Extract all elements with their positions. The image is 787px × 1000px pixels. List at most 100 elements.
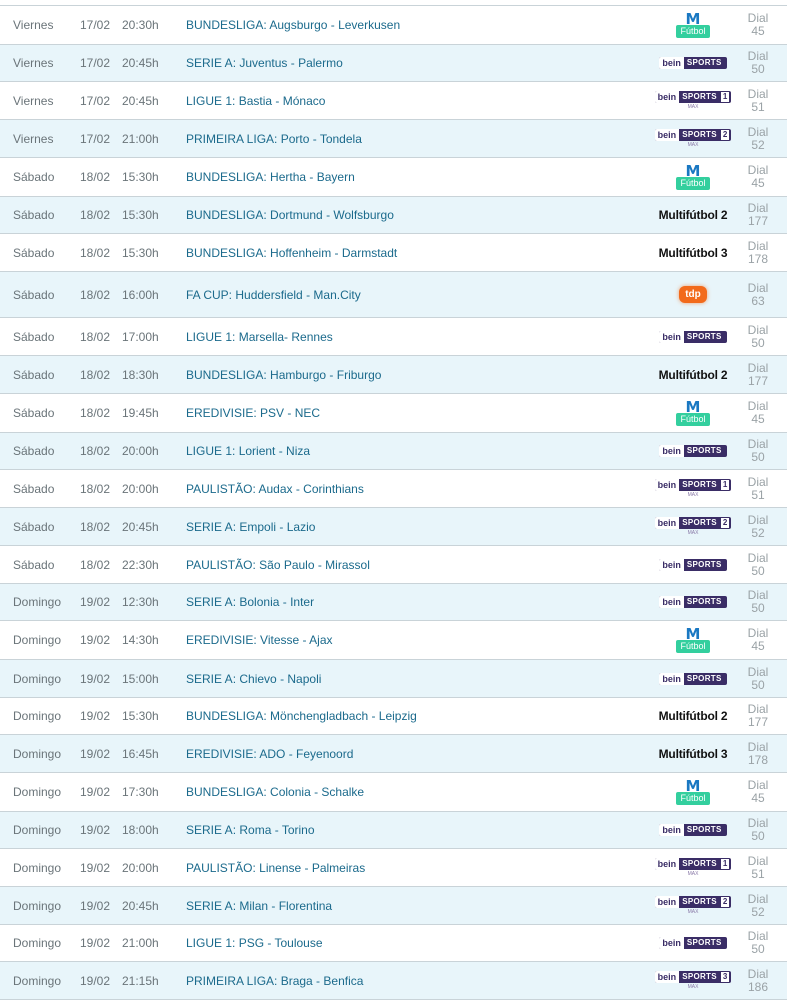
competition-name: BUNDESLIGA: xyxy=(186,18,267,32)
match-teams: Linense - Palmeiras xyxy=(259,860,366,875)
dial-number: Dial 178 xyxy=(744,239,772,266)
table-row[interactable]: Viernes 17/02 20:45h LIGUE 1: Bastia - Móna… xyxy=(0,81,787,119)
table-row[interactable]: Domingo 19/02 20:00h PAULISTÃO: Linense - P… xyxy=(0,848,787,886)
match-time: 16:00h xyxy=(122,287,159,302)
table-row[interactable]: Sábado 18/02 15:30h BUNDESLIGA: Dortmund - … xyxy=(0,196,787,233)
table-row[interactable]: Sábado 18/02 17:00h LIGUE 1: Marsella- Renn… xyxy=(0,317,787,355)
channel-logo: bein SPORTS xyxy=(655,661,731,697)
table-row[interactable]: Viernes 17/02 21:00h PRIMEIRA LIGA: Porto -… xyxy=(0,119,787,157)
table-row[interactable]: Viernes 17/02 20:30h BUNDESLIGA: Augsburgo … xyxy=(0,5,787,44)
match-date: 19/02 xyxy=(80,898,111,913)
channel-logo: bein SPORTS 2 MAX xyxy=(654,121,732,157)
match-title[interactable]: SERIE A: Milan - Florentina xyxy=(186,899,332,913)
table-row[interactable]: Sábado 18/02 20:45h SERIE A: Empoli - Lazio… xyxy=(0,507,787,545)
match-title[interactable]: SERIE A: Empoli - Lazio xyxy=(186,520,315,534)
match-time: 21:15h xyxy=(122,973,159,988)
dial-number: Dial 177 xyxy=(744,361,772,388)
competition-name: SERIE A: xyxy=(186,519,237,534)
match-title[interactable]: LIGUE 1: PSG - Toulouse xyxy=(186,936,323,950)
competition-name: PRIMEIRA LIGA: xyxy=(186,131,278,146)
match-title[interactable]: BUNDESLIGA: Mönchengladbach - Leipzig xyxy=(186,709,417,723)
table-row[interactable]: Domingo 19/02 21:15h PRIMEIRA LIGA: Braga -… xyxy=(0,961,787,1000)
table-row[interactable]: Domingo 19/02 15:00h SERIE A: Chievo - Napo… xyxy=(0,659,787,697)
match-title[interactable]: SERIE A: Juventus - Palermo xyxy=(186,56,343,70)
match-time: 20:45h xyxy=(122,56,159,70)
bein-sports-logo: bein SPORTS 3 MAX xyxy=(654,971,732,990)
match-title[interactable]: SERIE A: Chievo - Napoli xyxy=(186,672,321,686)
match-date: 18/02 xyxy=(80,367,111,382)
channel-logo: M Fútbol xyxy=(655,774,731,810)
table-row[interactable]: Domingo 19/02 15:30h BUNDESLIGA: Mönchengla… xyxy=(0,697,787,734)
bein-wordmark: bein xyxy=(659,672,684,685)
table-row[interactable]: Domingo 19/02 17:30h BUNDESLIGA: Colonia - … xyxy=(0,772,787,811)
table-row[interactable]: Domingo 19/02 20:45h SERIE A: Milan - Flore… xyxy=(0,886,787,924)
channel-logo: bein SPORTS xyxy=(655,45,731,81)
match-title[interactable]: PAULISTÃO: Linense - Palmeiras xyxy=(186,861,365,875)
table-row[interactable]: Sábado 18/02 15:30h BUNDESLIGA: Hoffenheim … xyxy=(0,233,787,271)
match-day: Sábado xyxy=(13,444,55,458)
bein-sports-logo: bein SPORTS xyxy=(659,824,727,836)
match-title[interactable]: EREDIVISIE: PSV - NEC xyxy=(186,406,320,420)
match-teams: Bastia - Mónaco xyxy=(238,93,326,108)
match-title[interactable]: LIGUE 1: Lorient - Niza xyxy=(186,444,310,458)
match-date: 18/02 xyxy=(80,170,111,184)
dial-value: 51 xyxy=(751,487,765,502)
channel-logo: bein SPORTS 1 MAX xyxy=(654,471,732,507)
match-teams: Porto - Tondela xyxy=(280,131,362,146)
match-teams: Empoli - Lazio xyxy=(239,519,316,534)
match-title[interactable]: BUNDESLIGA: Hertha - Bayern xyxy=(186,170,355,184)
channel-logo: M Fútbol xyxy=(655,159,731,195)
channel-logo: bein SPORTS 1 MAX xyxy=(654,850,732,886)
table-row[interactable]: Domingo 19/02 14:30h EREDIVISIE: Vitesse - … xyxy=(0,620,787,659)
movistar-m-icon: M xyxy=(685,777,701,795)
match-day: Sábado xyxy=(13,406,55,420)
channel-logo: M Fútbol xyxy=(655,395,731,431)
table-row[interactable]: Sábado 18/02 16:00h FA CUP: Huddersfield - … xyxy=(0,271,787,317)
dial-number: Dial 52 xyxy=(744,513,772,540)
match-title[interactable]: BUNDESLIGA: Hoffenheim - Darmstadt xyxy=(186,246,397,260)
table-row[interactable]: Sábado 18/02 20:00h LIGUE 1: Lorient - Niza… xyxy=(0,432,787,469)
match-title[interactable]: EREDIVISIE: Vitesse - Ajax xyxy=(186,633,333,647)
competition-name: LIGUE 1: xyxy=(186,329,236,344)
match-day: Domingo xyxy=(13,973,62,988)
bein-channel-number: 3 xyxy=(720,972,730,982)
match-title[interactable]: BUNDESLIGA: Dortmund - Wolfsburgo xyxy=(186,208,394,222)
match-title[interactable]: FA CUP: Huddersfield - Man.City xyxy=(186,288,361,302)
dial-value: 52 xyxy=(751,137,765,152)
table-row[interactable]: Sábado 18/02 20:00h PAULISTÃO: Audax - Cori… xyxy=(0,469,787,507)
match-title[interactable]: BUNDESLIGA: Augsburgo - Leverkusen xyxy=(186,18,400,32)
match-title[interactable]: BUNDESLIGA: Hamburgo - Friburgo xyxy=(186,368,381,382)
futbol-badge: Fútbol xyxy=(676,413,710,426)
match-title[interactable]: EREDIVISIE: ADO - Feyenoord xyxy=(186,747,353,761)
bein-wordmark: bein xyxy=(654,971,680,983)
dial-number: Dial 50 xyxy=(744,323,772,350)
table-row[interactable]: Domingo 19/02 12:30h SERIE A: Bolonia - Int… xyxy=(0,583,787,620)
match-title[interactable]: SERIE A: Bolonia - Inter xyxy=(186,595,314,609)
match-title[interactable]: PRIMEIRA LIGA: Porto - Tondela xyxy=(186,132,362,146)
match-title[interactable]: PAULISTÃO: São Paulo - Mirassol xyxy=(186,558,370,572)
dial-number: Dial 50 xyxy=(744,50,772,76)
channel-logo: bein SPORTS 2 MAX xyxy=(654,888,732,924)
sports-wordmark: SPORTS xyxy=(686,559,722,569)
competition-name: BUNDESLIGA: xyxy=(186,367,267,382)
table-row[interactable]: Domingo 19/02 18:00h SERIE A: Roma - Torino… xyxy=(0,811,787,848)
table-row[interactable]: Sábado 18/02 19:45h EREDIVISIE: PSV - NEC M F… xyxy=(0,393,787,432)
match-title[interactable]: SERIE A: Roma - Torino xyxy=(186,823,315,837)
match-time: 17:00h xyxy=(122,329,159,344)
match-title[interactable]: PAULISTÃO: Audax - Corinthians xyxy=(186,482,364,496)
match-title[interactable]: BUNDESLIGA: Colonia - Schalke xyxy=(186,785,364,799)
match-title[interactable]: PRIMEIRA LIGA: Braga - Benfica xyxy=(186,974,363,988)
match-title[interactable]: LIGUE 1: Bastia - Mónaco xyxy=(186,94,325,108)
table-row[interactable]: Viernes 17/02 20:45h SERIE A: Juventus - Pa… xyxy=(0,44,787,81)
sports-wordmark: SPORTS xyxy=(686,597,722,606)
table-row[interactable]: Domingo 19/02 21:00h LIGUE 1: PSG - Toulous… xyxy=(0,924,787,961)
table-row[interactable]: Sábado 18/02 22:30h PAULISTÃO: São Paulo - … xyxy=(0,545,787,583)
competition-name: EREDIVISIE: xyxy=(186,406,257,420)
table-row[interactable]: Sábado 18/02 18:30h BUNDESLIGA: Hamburgo - … xyxy=(0,355,787,393)
match-title[interactable]: LIGUE 1: Marsella- Rennes xyxy=(186,330,333,344)
channel-logo: Multifútbol 2 xyxy=(655,357,731,393)
dial-number: Dial 186 xyxy=(744,967,772,994)
table-row[interactable]: Domingo 19/02 16:45h EREDIVISIE: ADO - Feye… xyxy=(0,734,787,772)
table-row[interactable]: Sábado 18/02 15:30h BUNDESLIGA: Hertha - Ba… xyxy=(0,157,787,196)
match-date: 19/02 xyxy=(80,973,111,988)
